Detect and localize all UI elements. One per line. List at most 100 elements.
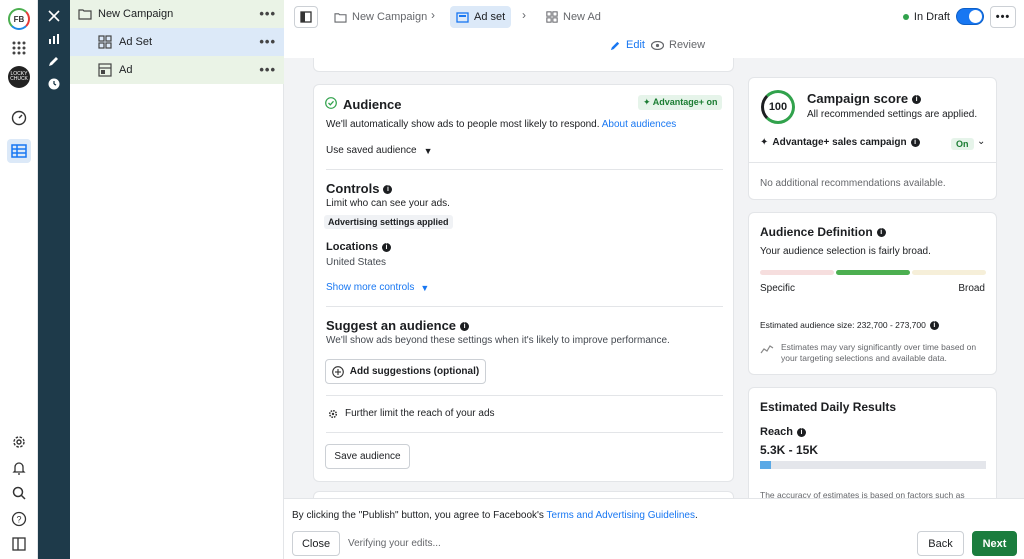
sidebar-icon	[300, 11, 312, 23]
previous-section-card	[313, 58, 734, 72]
svg-text:?: ?	[16, 515, 21, 525]
reach-bar-fill	[760, 461, 772, 469]
toggle-sidepanel-button[interactable]	[294, 6, 318, 28]
advantage-sales-row[interactable]: ✦ Advantage+ sales campaign i	[760, 137, 920, 148]
info-icon[interactable]: i	[910, 138, 920, 147]
gear-icon[interactable]	[7, 430, 31, 454]
save-audience-button[interactable]: Save audience	[325, 444, 410, 469]
clock-icon[interactable]	[46, 76, 62, 92]
gauge-icon[interactable]	[7, 106, 31, 130]
reach-label: Reach i	[760, 426, 807, 438]
next-button[interactable]: Next	[972, 531, 1017, 556]
divider	[326, 432, 723, 433]
pencil-icon[interactable]	[46, 53, 62, 69]
help-icon[interactable]: ?	[7, 507, 31, 531]
breadcrumb-ad[interactable]: New Ad	[546, 6, 601, 28]
tree-item-adset[interactable]: Ad Set •••	[70, 28, 284, 56]
close-icon[interactable]	[46, 8, 62, 24]
audience-definition-card: Audience Definition i Your audience selec…	[748, 212, 997, 375]
top-bar: New Campaign › Ad set › New Ad In Draft …	[284, 0, 1024, 34]
draft-status: In Draft	[902, 11, 950, 23]
more-options-icon[interactable]: •••	[259, 6, 276, 21]
advantage-sales-label: Advantage+ sales campaign	[772, 137, 907, 148]
daily-title: Estimated Daily Results	[760, 400, 897, 414]
breadth-bar-broad	[912, 270, 986, 275]
advantage-badge-label: Advantage+ on	[652, 97, 718, 107]
daily-results-card: Estimated Daily Results Reach i 5.3K - 15…	[748, 387, 997, 500]
controls-title-text: Controls	[326, 181, 380, 196]
status-label: In Draft	[913, 11, 950, 23]
tree-item-ad[interactable]: Ad •••	[70, 56, 284, 84]
info-icon[interactable]: i	[383, 185, 393, 195]
review-label: Review	[669, 39, 706, 51]
score-title-text: Campaign score	[807, 91, 909, 106]
pencil-icon	[610, 40, 621, 51]
about-audiences-link[interactable]: About audiences	[602, 119, 677, 130]
info-icon[interactable]: i	[381, 242, 391, 252]
close-button[interactable]: Close	[292, 531, 340, 556]
tree-item-label: New Campaign	[98, 8, 174, 20]
apps-grid-icon[interactable]	[7, 36, 31, 60]
app-logo[interactable]: FB	[8, 8, 30, 30]
breadcrumb-label: New Ad	[563, 11, 601, 23]
breadcrumb-adset[interactable]: Ad set	[450, 6, 512, 28]
draft-toggle[interactable]	[956, 8, 984, 25]
search-icon[interactable]	[7, 481, 31, 505]
folder-icon	[78, 8, 92, 20]
table-icon[interactable]	[7, 139, 31, 163]
sparkle-icon: ✦	[760, 137, 769, 148]
agreement-suffix: .	[694, 510, 698, 521]
info-icon[interactable]: i	[876, 228, 886, 238]
info-icon[interactable]: i	[797, 427, 807, 437]
reach-value: 5.3K - 15K	[760, 443, 819, 457]
add-suggestions-button[interactable]: Add suggestions (optional)	[325, 359, 486, 384]
further-limit-row[interactable]: Further limit the reach of your ads	[328, 408, 495, 419]
edit-mode-button[interactable]: Edit	[610, 39, 645, 51]
locations-label-text: Locations	[326, 241, 378, 253]
no-recommendations-text: No additional recommendations available.	[760, 178, 946, 189]
folder-icon	[334, 12, 347, 23]
panel-icon[interactable]	[7, 532, 31, 556]
advertising-settings-badge: Advertising settings applied	[324, 215, 453, 229]
more-options-button[interactable]: •••	[990, 6, 1016, 28]
more-options-icon[interactable]: •••	[259, 34, 276, 49]
info-icon[interactable]: i	[460, 322, 470, 332]
advantage-badge: ✦ Advantage+ on	[638, 95, 723, 110]
audience-card: Audience ✦ Advantage+ on We'll automatic…	[313, 84, 734, 482]
chart-icon[interactable]	[46, 31, 62, 47]
info-icon[interactable]: i	[912, 95, 922, 105]
review-mode-button[interactable]: Review	[651, 39, 705, 51]
more-options-icon[interactable]: •••	[259, 62, 276, 77]
audience-desc-text: We'll automatically show ads to people m…	[326, 119, 600, 130]
suggest-title-text: Suggest an audience	[326, 318, 457, 333]
breadcrumb-label: Ad set	[474, 11, 506, 23]
back-button[interactable]: Back	[917, 531, 964, 556]
add-suggestions-label: Add suggestions (optional)	[349, 366, 480, 377]
chevron-down-icon[interactable]: ⌄	[977, 136, 985, 147]
status-dot	[902, 14, 909, 20]
locations-value: United States	[326, 257, 387, 268]
breadcrumb-label: New Campaign	[352, 11, 428, 23]
controls-desc: Limit who can see your ads.	[326, 198, 450, 209]
show-more-controls-link[interactable]: Show more controls ▼	[326, 282, 429, 293]
info-icon[interactable]: i	[929, 321, 939, 331]
avatar[interactable]: LOCKY CHUCK	[8, 66, 30, 88]
tree-item-campaign[interactable]: New Campaign •••	[70, 0, 284, 28]
caret-down-icon: ▼	[420, 282, 430, 293]
locations-label: Locations i	[326, 241, 391, 253]
bell-icon[interactable]	[7, 456, 31, 480]
mode-bar: Edit Review	[284, 34, 1024, 58]
specific-label: Specific	[760, 283, 796, 294]
broad-label: Broad	[958, 283, 985, 294]
suggest-desc: We'll show ads beyond these settings whe…	[326, 335, 670, 346]
audience-desc: We'll automatically show ads to people m…	[326, 119, 676, 130]
on-badge: On	[951, 138, 974, 150]
use-saved-audience-dropdown[interactable]: Use saved audience ▼	[326, 145, 433, 156]
divider	[749, 162, 996, 163]
divider	[326, 395, 723, 396]
app-rail: FB LOCKY CHUCK ?	[0, 0, 38, 559]
verifying-status: Verifying your edits...	[348, 538, 441, 549]
terms-link[interactable]: Terms and Advertising Guidelines	[547, 510, 695, 521]
reach-bar	[760, 461, 986, 469]
breadcrumb-campaign[interactable]: New Campaign	[334, 6, 427, 28]
